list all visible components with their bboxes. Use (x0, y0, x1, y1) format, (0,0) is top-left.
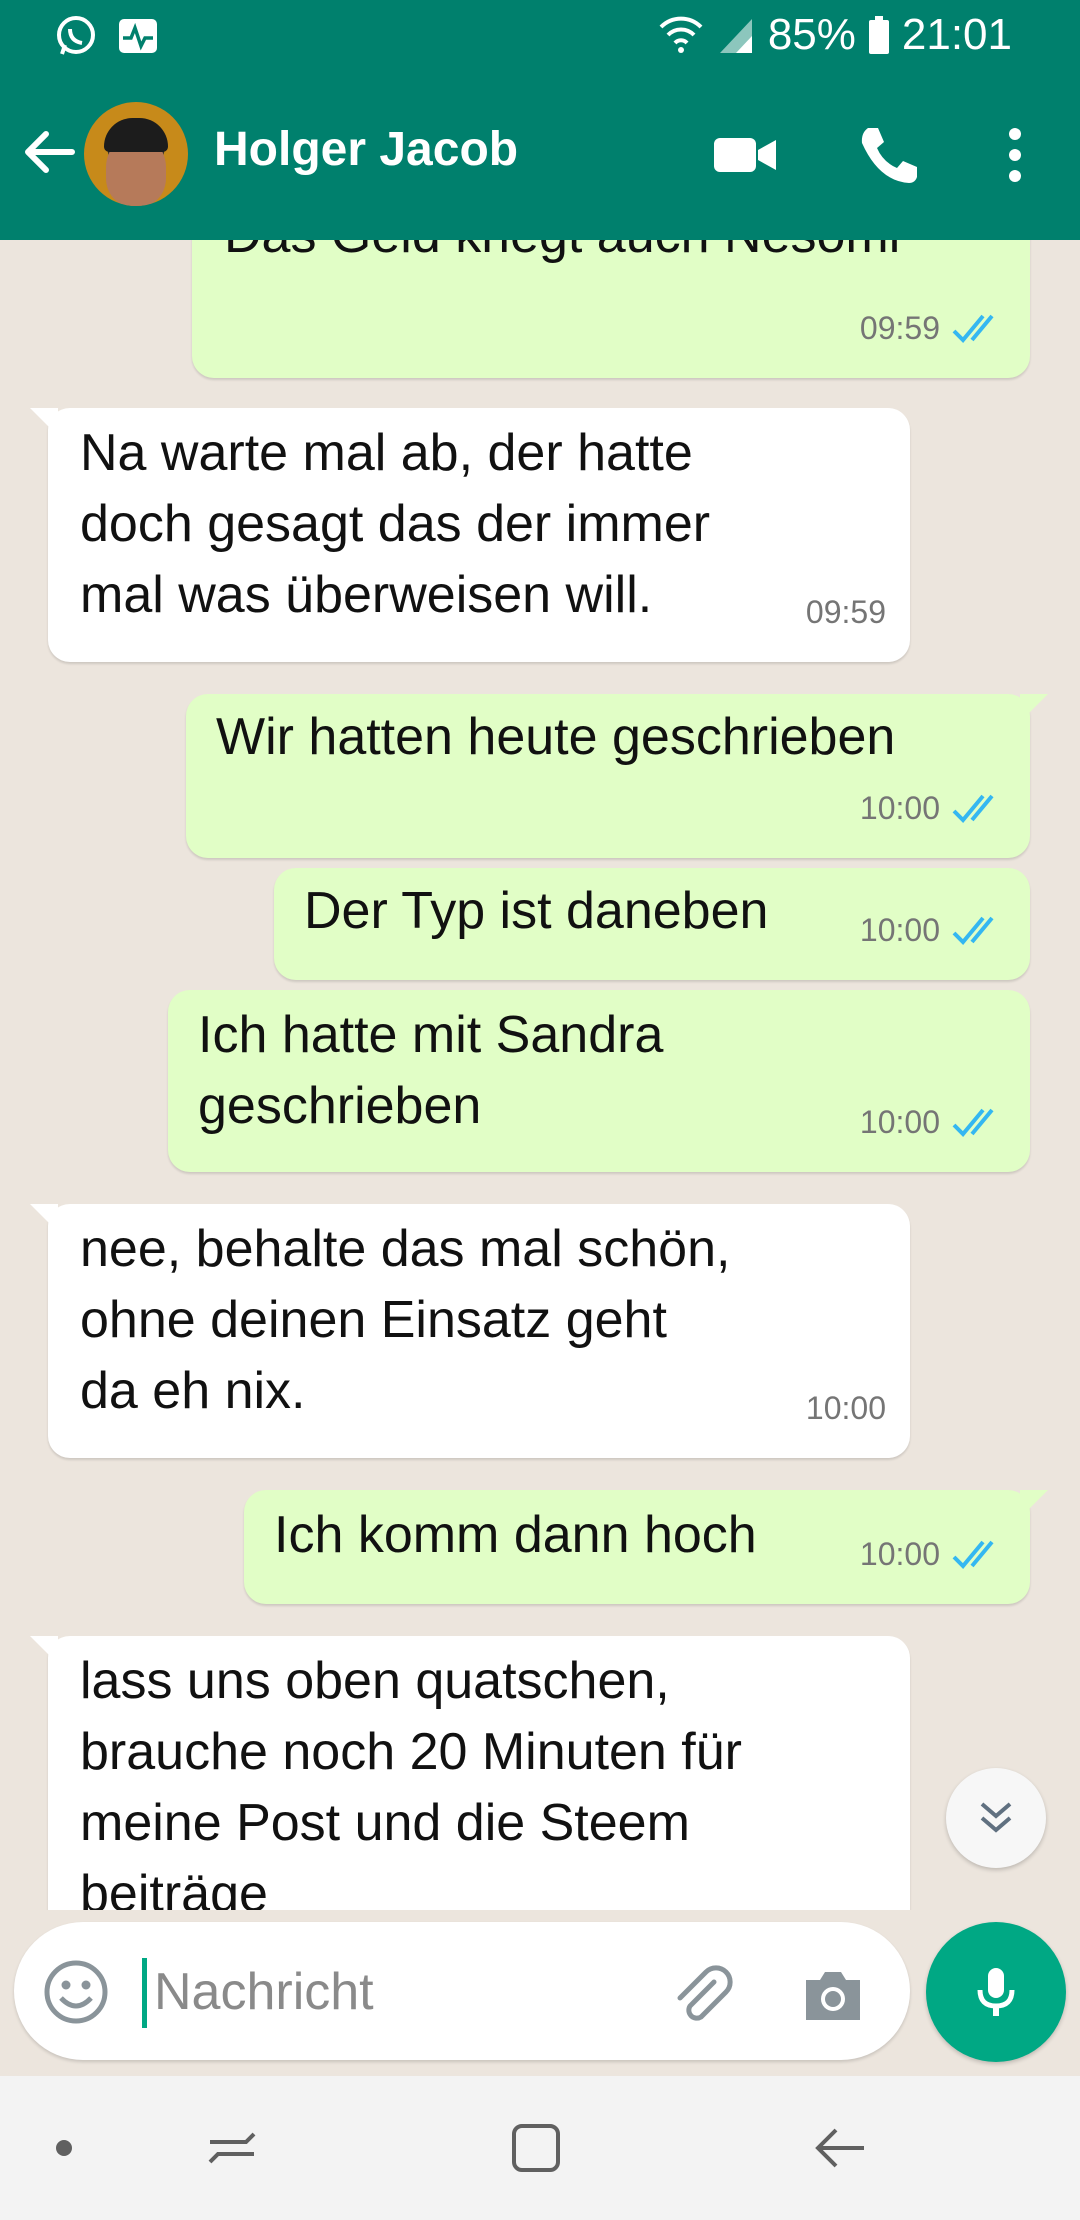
outgoing-message[interactable]: Ich hatte mit Sandra geschrieben 10:00 (168, 990, 1030, 1172)
chevron-double-down-icon (980, 1802, 1012, 1833)
nav-back-icon[interactable] (808, 2116, 872, 2180)
battery-percent: 85% (767, 10, 856, 59)
message-text: lass uns oben quatschen, (80, 1652, 670, 1710)
voice-message-button[interactable] (926, 1922, 1066, 2062)
text-cursor (142, 1958, 147, 2028)
wifi-icon (659, 16, 703, 53)
message-text: beiträge (80, 1865, 268, 1910)
outgoing-message[interactable]: Der Typ ist daneben 10:00 (274, 868, 1030, 980)
pulse-icon (119, 19, 157, 53)
incoming-message[interactable]: lass uns oben quatschen, brauche noch 20… (30, 1636, 910, 1910)
nav-dot-icon (56, 2140, 72, 2156)
incoming-message[interactable]: nee, behalte das mal schön, ohne deinen … (30, 1204, 910, 1458)
home-icon[interactable] (504, 2116, 568, 2180)
message-text: meine Post und die Steem (80, 1794, 690, 1852)
incoming-message[interactable]: Na warte mal ab, der hatte doch gesagt d… (30, 408, 910, 662)
double-check-icon (952, 1108, 994, 1137)
back-arrow-icon[interactable] (18, 120, 82, 184)
mic-icon (977, 1968, 1015, 2016)
message-time: 10:00 (859, 912, 940, 948)
avatar[interactable] (84, 102, 188, 206)
outgoing-message[interactable]: Wir hatten heute geschrieben 10:00 (186, 694, 1048, 858)
message-list[interactable]: Das Geld kriegt auch Nesomi 09:59 Na war… (0, 240, 1080, 1910)
message-text: mal was überweisen will. (80, 566, 653, 624)
clock: 21:01 (901, 10, 1012, 59)
message-text: Na warte mal ab, der hatte (80, 424, 693, 482)
message-time: 10:00 (859, 1104, 940, 1140)
bubble-tail (30, 408, 58, 436)
outgoing-message[interactable]: Ich komm dann hoch 10:00 (244, 1490, 1048, 1604)
message-text: Der Typ ist daneben (304, 882, 769, 940)
scroll-to-bottom-button[interactable] (946, 1768, 1046, 1868)
double-check-icon (952, 314, 994, 343)
chat-header: Holger Jacob (0, 72, 1080, 240)
signal-icon (719, 19, 752, 53)
message-text: da eh nix. (80, 1362, 306, 1420)
message-time: 10:00 (859, 1536, 940, 1572)
bubble-tail (1020, 1490, 1048, 1518)
message-text: ohne deinen Einsatz geht (80, 1291, 667, 1349)
camera-icon[interactable] (798, 1960, 868, 2030)
message-text: nee, behalte das mal schön, (80, 1220, 731, 1278)
message-text: Das Geld kriegt auch Nesomi (224, 240, 900, 271)
message-composer (14, 1922, 910, 2060)
video-call-icon[interactable] (710, 120, 780, 190)
recent-apps-icon[interactable] (202, 2116, 266, 2180)
message-time: 09:59 (805, 594, 886, 630)
paperclip-icon[interactable] (666, 1960, 736, 2030)
bubble-tail (30, 1204, 58, 1232)
double-check-icon (952, 916, 994, 945)
message-time: 09:59 (859, 310, 940, 346)
contact-name[interactable]: Holger Jacob (214, 122, 518, 177)
bubble-tail (30, 1636, 58, 1664)
message-input[interactable] (152, 1950, 656, 2034)
message-text: brauche noch 20 Minuten für (80, 1723, 742, 1781)
outgoing-message[interactable]: Das Geld kriegt auch Nesomi 09:59 (192, 240, 1030, 378)
message-time: 10:00 (805, 1390, 886, 1426)
phone-icon[interactable] (852, 120, 922, 190)
bubble-tail (1020, 694, 1048, 722)
message-text: Wir hatten heute geschrieben (216, 708, 896, 766)
status-bar: 85% 21:01 (0, 0, 1080, 72)
whatsapp-icon (57, 16, 95, 55)
emoji-icon[interactable] (42, 1958, 110, 2026)
battery-icon (868, 16, 889, 54)
message-text: doch gesagt das der immer (80, 495, 711, 553)
system-nav-bar (0, 2076, 1080, 2220)
message-text: Ich komm dann hoch (274, 1506, 757, 1564)
more-vert-icon[interactable] (980, 120, 1050, 190)
message-text: Ich hatte mit Sandra (198, 1006, 664, 1064)
double-check-icon (952, 794, 994, 823)
message-time: 10:00 (859, 790, 940, 826)
double-check-icon (952, 1540, 994, 1569)
message-text: geschrieben (198, 1077, 482, 1135)
